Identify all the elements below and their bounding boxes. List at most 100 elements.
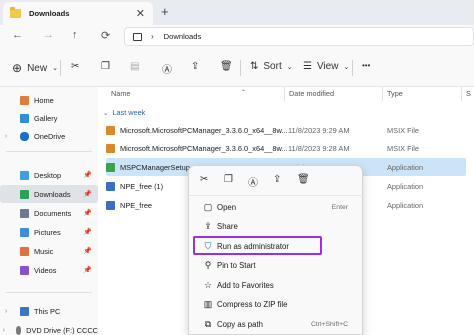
sidebar-item-gallery[interactable]: Gallery xyxy=(0,109,98,127)
menu-item-compress-to-zip[interactable]: ▥ Compress to ZIP file xyxy=(189,295,362,314)
sidebar-item-desktop[interactable]: Desktop 📌 xyxy=(0,166,98,184)
sidebar-item-home[interactable]: Home xyxy=(0,91,98,109)
new-tab-button[interactable]: + xyxy=(161,4,169,19)
pin-icon: 📌 xyxy=(83,172,92,179)
copy-icon[interactable]: ❐ xyxy=(224,174,233,185)
column-header-type[interactable]: Type xyxy=(387,89,403,98)
sort-button[interactable]: ⇅ Sort ⌄ xyxy=(250,61,293,72)
sidebar-item-this-pc[interactable]: › This PC xyxy=(0,302,98,320)
delete-icon[interactable]: 🗑 xyxy=(220,61,233,72)
copy-path-icon: ⧉ xyxy=(204,319,212,329)
new-label: New xyxy=(27,62,48,74)
breadcrumb-downloads[interactable]: Downloads xyxy=(164,32,202,41)
file-name: NPE_free (1) xyxy=(120,181,164,191)
menu-item-label: Compress to ZIP file xyxy=(217,300,288,309)
back-arrow-icon[interactable]: ← xyxy=(12,29,23,41)
dvd-drive-icon xyxy=(15,325,22,335)
folder-icon xyxy=(10,7,21,18)
share-icon[interactable]: ⇪ xyxy=(191,61,199,72)
table-row[interactable]: Microsoft.MicrosoftPCManager_3.3.6.0_x64… xyxy=(106,139,466,157)
sidebar-item-videos[interactable]: Videos 📌 xyxy=(0,261,98,279)
rename-icon[interactable]: Ⓐ xyxy=(248,174,258,189)
sidebar-item-documents[interactable]: Documents 📌 xyxy=(0,204,98,222)
paste-icon[interactable]: ▤ xyxy=(130,61,139,72)
file-name: MSPCManagerSetup xyxy=(120,162,190,172)
address-box[interactable]: › Downloads xyxy=(124,27,474,46)
sidebar-item-label: Downloads xyxy=(34,189,71,199)
tab-downloads[interactable]: Downloads ✕ xyxy=(3,2,153,25)
close-tab-icon[interactable]: ✕ xyxy=(136,7,145,20)
group-header[interactable]: ⌄ Last week xyxy=(103,108,145,117)
downloads-icon xyxy=(20,189,29,199)
menu-item-pin-to-start[interactable]: ⚲ Pin to Start xyxy=(189,256,362,275)
column-header-size[interactable]: S xyxy=(466,89,471,98)
copy-icon[interactable]: ❐ xyxy=(101,61,110,72)
pictures-icon xyxy=(20,227,29,237)
rename-icon[interactable]: Ⓐ xyxy=(162,61,172,76)
file-type: MSIX File xyxy=(387,143,420,153)
share-icon[interactable]: ⇪ xyxy=(273,174,281,185)
msix-file-icon xyxy=(106,125,115,135)
file-name: Microsoft.MicrosoftPCManager_3.3.6.0_x64… xyxy=(120,125,288,135)
sidebar-item-downloads[interactable]: Downloads 📌 xyxy=(0,185,98,203)
pin-icon: 📌 xyxy=(83,248,92,255)
breadcrumb-chevron-icon[interactable]: › xyxy=(151,32,154,41)
music-icon xyxy=(20,246,29,256)
menu-item-add-to-favorites[interactable]: ☆ Add to Favorites xyxy=(189,276,362,295)
gallery-icon xyxy=(20,113,29,123)
new-button[interactable]: ⊕ New ⌄ xyxy=(12,61,58,75)
desktop-icon xyxy=(20,170,29,180)
sidebar-item-pictures[interactable]: Pictures 📌 xyxy=(0,223,98,241)
address-bar-row: ← → ↑ ⟳ › Downloads xyxy=(0,25,474,48)
view-button[interactable]: ☰ View ⌄ xyxy=(303,61,349,72)
plus-icon: ⊕ xyxy=(12,61,23,75)
chevron-right-icon[interactable]: › xyxy=(0,133,12,140)
delete-icon[interactable]: 🗑 xyxy=(297,174,310,185)
file-date: 11/8/2023 9:29 AM xyxy=(288,125,350,135)
pin-icon: 📌 xyxy=(83,229,92,236)
sidebar-item-label: Home xyxy=(34,95,54,105)
context-quick-actions: ✂ ❐ Ⓐ ⇪ 🗑 xyxy=(189,166,364,196)
chevron-down-icon: ⌄ xyxy=(286,63,293,71)
menu-item-share[interactable]: ⇪ Share xyxy=(189,217,362,236)
pin-icon: 📌 xyxy=(83,267,92,274)
cut-icon[interactable]: ✂ xyxy=(71,61,79,72)
tab-title: Downloads xyxy=(29,9,70,18)
sort-label: Sort xyxy=(263,61,282,72)
up-arrow-icon[interactable]: ↑ xyxy=(72,29,78,41)
sidebar-item-music[interactable]: Music 📌 xyxy=(0,242,98,260)
view-icon: ☰ xyxy=(303,61,312,72)
sidebar-item-dvd-drive[interactable]: › DVD Drive (F:) CCCC xyxy=(0,321,98,335)
chevron-down-icon: ⌄ xyxy=(52,65,58,72)
menu-item-open[interactable]: ▢ Open Enter xyxy=(189,198,362,217)
application-icon xyxy=(106,181,115,191)
zip-icon: ▥ xyxy=(203,299,213,309)
more-options-icon[interactable]: ••• xyxy=(362,61,370,70)
application-icon xyxy=(106,162,115,172)
menu-shortcut: Ctrl+Shift+C xyxy=(310,321,348,328)
sidebar-item-onedrive[interactable]: › OneDrive xyxy=(0,127,98,145)
view-label: View xyxy=(316,61,339,72)
column-header-date[interactable]: Date modified xyxy=(289,89,334,98)
sidebar-item-label: DVD Drive (F:) CCCC xyxy=(26,325,98,335)
refresh-icon[interactable]: ⟳ xyxy=(101,29,110,42)
column-header-name[interactable]: Name xyxy=(111,89,130,98)
file-type: Application xyxy=(387,162,424,172)
monitor-icon xyxy=(133,32,142,41)
file-name: NPE_free xyxy=(120,200,153,210)
sort-icon: ⇅ xyxy=(250,61,259,72)
file-type: Application xyxy=(387,200,424,210)
table-row[interactable]: Microsoft.MicrosoftPCManager_3.3.6.0_x64… xyxy=(106,121,466,139)
documents-icon xyxy=(20,208,29,218)
chevron-right-icon[interactable]: › xyxy=(0,327,8,334)
forward-arrow-icon[interactable]: → xyxy=(43,29,54,41)
chevron-down-icon: ⌄ xyxy=(343,63,350,71)
cut-icon[interactable]: ✂ xyxy=(200,174,208,185)
sidebar-item-label: Music xyxy=(34,246,54,256)
pin-icon: 📌 xyxy=(83,191,92,198)
menu-item-label: Pin to Start xyxy=(217,261,256,270)
menu-item-label: Share xyxy=(217,222,238,231)
share-icon: ⇪ xyxy=(204,221,212,231)
chevron-right-icon[interactable]: › xyxy=(0,308,12,315)
menu-item-copy-as-path[interactable]: ⧉ Copy as path Ctrl+Shift+C xyxy=(189,315,362,334)
